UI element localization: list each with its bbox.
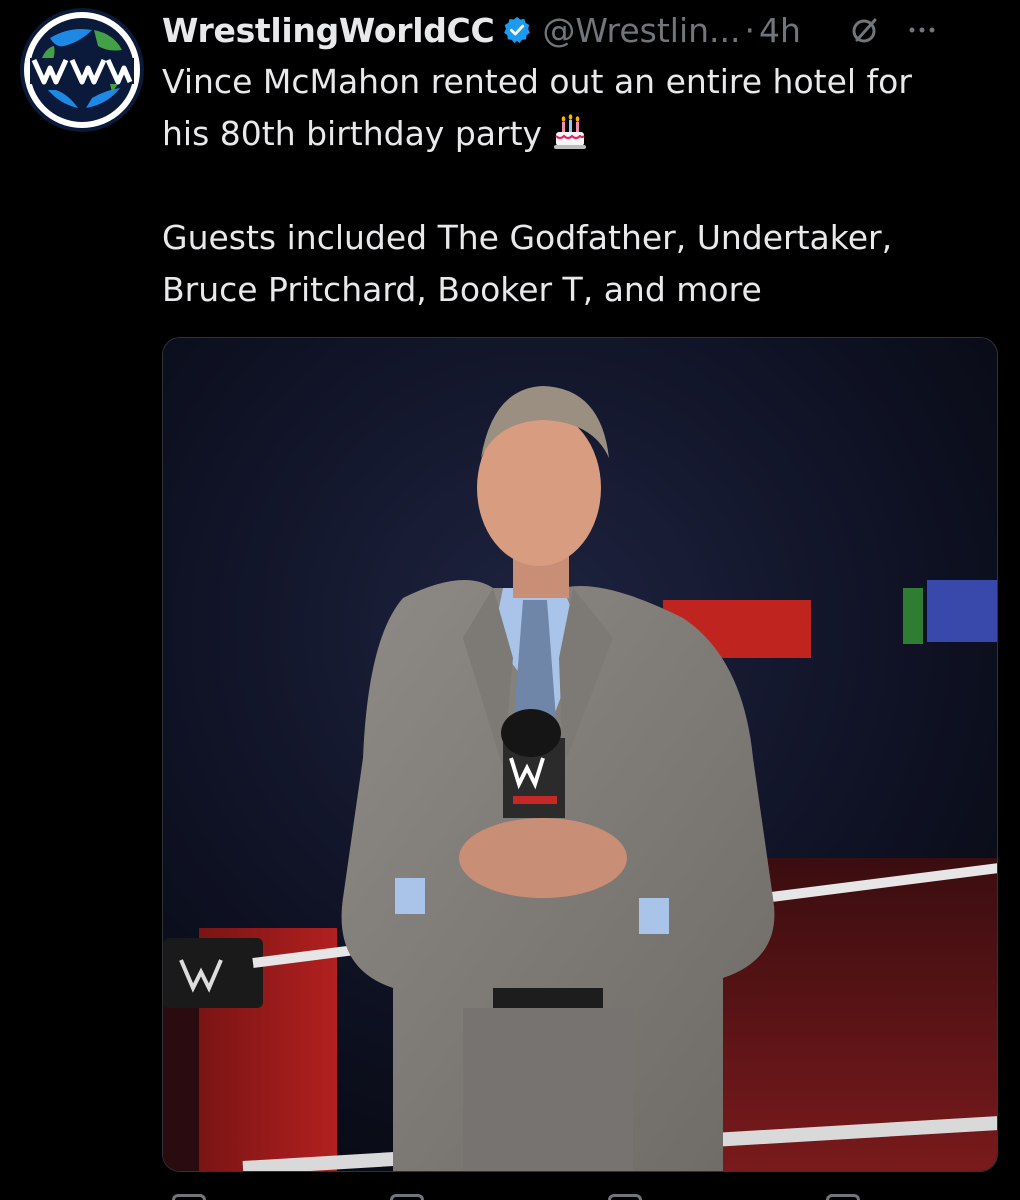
tweet-text-line-with-emoji: his 80th birthday party xyxy=(162,108,1002,160)
tweet-text: Vince McMahon rented out an entire hotel… xyxy=(162,56,1002,316)
separator: · xyxy=(744,10,756,50)
grok-icon[interactable] xyxy=(849,14,881,46)
more-options-icon[interactable] xyxy=(905,13,939,47)
like-icon[interactable] xyxy=(608,1194,642,1200)
views-icon[interactable] xyxy=(826,1194,860,1200)
wrestlingworld-logo-icon xyxy=(20,8,144,132)
reply-icon[interactable] xyxy=(172,1194,206,1200)
repost-icon[interactable] xyxy=(390,1194,424,1200)
avatar[interactable] xyxy=(20,8,144,132)
verified-badge-icon[interactable] xyxy=(502,15,532,45)
tweet-text-line: Bruce Pritchard, Booker T, and more xyxy=(162,270,762,309)
handle[interactable]: @Wrestlin... xyxy=(542,11,740,50)
photo-image xyxy=(163,338,997,1171)
tweet-media-photo[interactable] xyxy=(162,337,998,1172)
tweet-text-line: his 80th birthday party xyxy=(162,114,543,153)
timestamp[interactable]: 4h xyxy=(759,11,801,50)
display-name[interactable]: WrestlingWorldCC xyxy=(162,11,495,50)
tweet-text-line: Vince McMahon rented out an entire hotel… xyxy=(162,62,912,101)
tweet-header: WrestlingWorldCC @Wrestlin... · 4h xyxy=(162,6,1002,54)
tweet-text-line: Guests included The Godfather, Undertake… xyxy=(162,218,893,257)
tweet[interactable]: WrestlingWorldCC @Wrestlin... · 4h Vince… xyxy=(0,0,1020,1200)
birthday-cake-icon xyxy=(550,112,590,152)
action-bar xyxy=(162,1186,998,1200)
